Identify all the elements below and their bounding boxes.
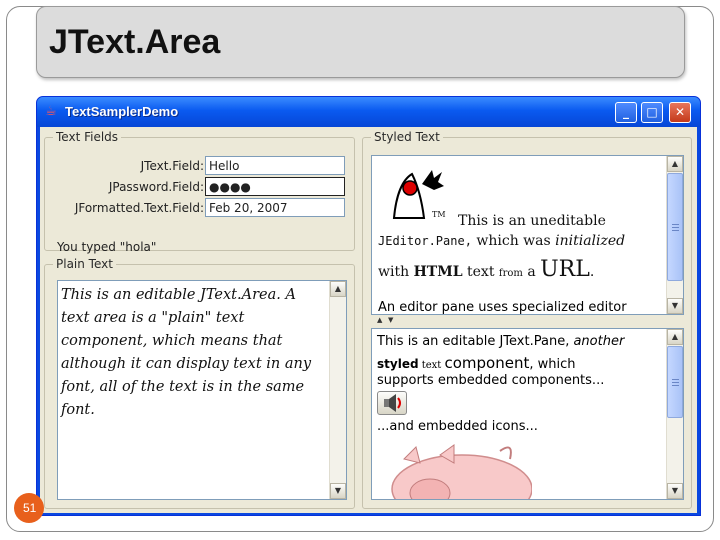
scroll-up-arrow-icon[interactable]: ▲ [330, 281, 346, 297]
editor-line-2: JEditor.Pane, which was initialized [378, 233, 625, 249]
window-title: TextSamplerDemo [65, 104, 179, 119]
plain-text-group: Plain Text This is an editable JText.Are… [44, 257, 355, 509]
editor-line-1: This is an uneditable [458, 213, 606, 229]
text-fields-group-label: Text Fields [53, 130, 122, 144]
embedded-sound-button[interactable] [377, 391, 407, 415]
text-pane-line-3: supports embedded components... [377, 373, 605, 388]
text-pane-component-word: component [444, 354, 530, 372]
window-content: Text Fields JText.Field: Hello JPassword… [40, 127, 697, 513]
password-field-row: JPassword.Field: ●●●● [45, 177, 356, 197]
text-pane-text-word: text [418, 360, 445, 371]
slide-page-number: 51 [14, 493, 44, 523]
slide-title-bar: JText.Area [36, 6, 685, 78]
editor-pane[interactable]: TM This is an uneditable JEditor.Pane, w… [371, 155, 684, 315]
editor-line-2-text: which was [471, 233, 556, 249]
styled-text-group: Styled Text TM This is an uneditable JEd… [362, 130, 692, 509]
formatted-field-label: JFormatted.Text.Field: [74, 201, 204, 215]
formatted-field-input[interactable]: Feb 20, 2007 [205, 198, 345, 217]
editor-line-3-from: from [498, 268, 523, 279]
text-field-row: JText.Field: Hello [45, 156, 356, 176]
window-titlebar[interactable]: ☕ TextSamplerDemo _ □ ✕ [37, 97, 700, 127]
pig-image-icon [391, 444, 532, 499]
split-pane-divider[interactable]: ▲ ▼ [371, 316, 684, 325]
text-field-input[interactable]: Hello [205, 156, 345, 175]
text-field-label: JText.Field: [140, 159, 204, 173]
text-pane-line-2: styled text component, which [377, 353, 576, 372]
speaker-icon [384, 394, 401, 412]
scroll-up-arrow-icon[interactable]: ▲ [667, 329, 683, 345]
plain-text-group-label: Plain Text [53, 257, 116, 271]
plain-text-content: This is an editable JText.Area. A text a… [61, 287, 312, 418]
text-pane-line-1: This is an editable JText.Pane, another [377, 334, 624, 349]
editor-line-3-period: . [589, 264, 595, 280]
java-cup-icon: ☕ [45, 104, 57, 119]
scroll-down-arrow-icon[interactable]: ▼ [667, 298, 683, 314]
text-pane-styled-word: styled [377, 357, 419, 371]
editor-line-4: An editor pane uses specialized editor [378, 300, 627, 315]
text-pane-scrollbar[interactable]: ▲ ▼ [666, 329, 683, 499]
editor-line-3-a: a [522, 264, 541, 280]
editor-pane-class-name: JEditor.Pane, [378, 234, 472, 248]
maximize-button[interactable]: □ [641, 102, 663, 123]
editor-line-3-url: URL [540, 257, 590, 282]
split-up-arrow-icon[interactable]: ▲ [377, 316, 382, 324]
text-fields-group: Text Fields JText.Field: Hello JPassword… [44, 130, 356, 254]
plain-text-scrollbar[interactable]: ▲ ▼ [329, 281, 346, 499]
text-pane-line-4: ...and embedded icons... [377, 419, 538, 434]
editor-line-3-html: HTML [413, 264, 463, 280]
editor-line-3: with HTML text from a URL. [378, 257, 594, 282]
text-pane-line-1-text: This is an editable JText.Pane, [377, 334, 574, 349]
editor-line-2-italic: initialized [555, 233, 626, 249]
close-button[interactable]: ✕ [669, 102, 691, 123]
scroll-down-arrow-icon[interactable]: ▼ [667, 483, 683, 499]
editor-line-3-text: text [462, 264, 499, 280]
typed-status-text: You typed "hola" [57, 240, 157, 254]
split-down-arrow-icon[interactable]: ▼ [388, 316, 393, 324]
password-field-label: JPassword.Field: [108, 180, 204, 194]
scroll-down-arrow-icon[interactable]: ▼ [330, 483, 346, 499]
editor-line-3-with: with [378, 264, 414, 280]
editor-scroll-thumb[interactable] [667, 173, 683, 281]
editor-pane-scrollbar[interactable]: ▲ ▼ [666, 156, 683, 314]
slide-title: JText.Area [49, 23, 221, 61]
trademark-mark: TM [432, 210, 446, 219]
text-pane-line-1-italic: another [573, 334, 625, 349]
styled-text-group-label: Styled Text [371, 130, 443, 144]
minimize-button[interactable]: _ [615, 102, 637, 123]
text-pane[interactable]: This is an editable JText.Pane, another … [371, 328, 684, 500]
password-field-input[interactable]: ●●●● [205, 177, 345, 196]
plain-text-area[interactable]: This is an editable JText.Area. A text a… [57, 280, 347, 500]
app-window: ☕ TextSamplerDemo _ □ ✕ Text Fields JTex… [36, 96, 701, 516]
text-pane-scroll-thumb[interactable] [667, 346, 683, 418]
scroll-up-arrow-icon[interactable]: ▲ [667, 156, 683, 172]
formatted-field-row: JFormatted.Text.Field: Feb 20, 2007 [45, 198, 356, 218]
text-pane-line-2-rest: , which [529, 357, 576, 372]
